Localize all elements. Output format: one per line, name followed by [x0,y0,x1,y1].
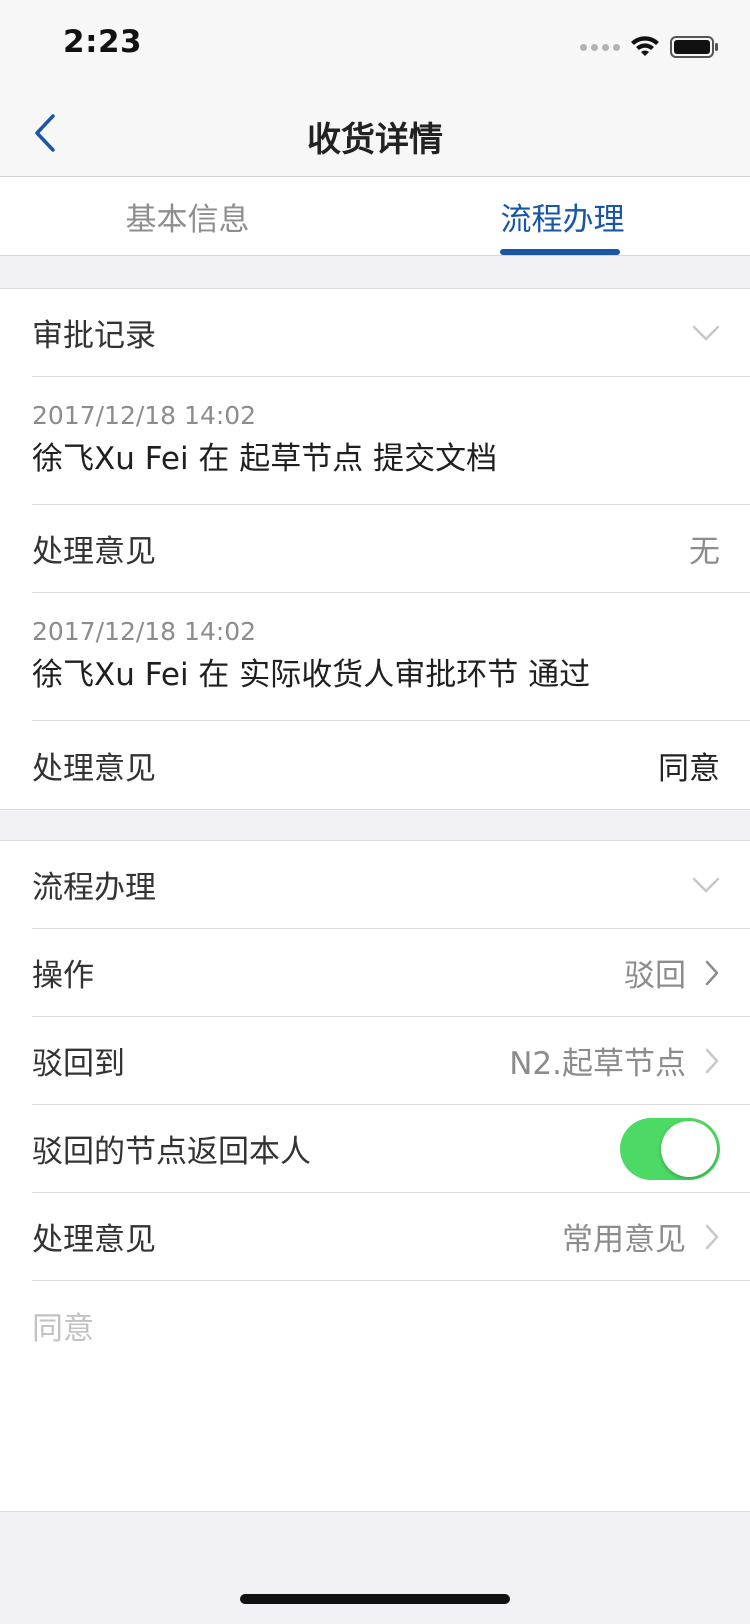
opinion-input-row [32,1281,750,1511]
record-time: 2017/12/18 14:02 [32,617,257,646]
signal-icon [580,43,620,51]
chevron-down-icon [692,877,720,892]
chevron-right-icon [705,960,719,985]
opinion-value: 同意 [658,750,720,787]
return-to-self-toggle[interactable] [620,1117,720,1180]
common-opinion-link: 常用意见 [562,1222,686,1258]
tab-process[interactable]: 流程办理 [375,177,750,255]
reject-to-row[interactable]: 驳回到 N2.起草节点 [32,1017,750,1105]
section-title: 审批记录 [32,318,156,354]
approval-records-header[interactable]: 审批记录 [32,289,750,377]
tab-basic-info[interactable]: 基本信息 [0,177,375,255]
status-bar: 2:23 [0,0,750,90]
chevron-right-icon [705,1048,719,1073]
reject-to-label: 驳回到 [32,1046,125,1082]
operation-row[interactable]: 操作 驳回 [32,929,750,1017]
navigation-bar: 收货详情 [0,90,750,177]
process-section: 流程办理 操作 驳回 驳回到 N2.起草节点 驳回的节点返回本人 处理意见 常用… [0,840,750,1512]
home-indicator [240,1594,510,1604]
status-icons [580,30,720,64]
opinion-row[interactable]: 处理意见 常用意见 [32,1193,750,1281]
operation-value: 驳回 [624,958,686,994]
record-opinion-row: 处理意见 同意 [32,721,750,809]
wifi-icon [631,36,659,56]
toggle-knob [661,1120,717,1177]
active-tab-indicator [500,249,620,255]
record-time: 2017/12/18 14:02 [32,401,257,430]
opinion-label: 处理意见 [32,1222,156,1258]
reject-to-value: N2.起草节点 [509,1046,686,1082]
chevron-down-icon [692,325,720,340]
operation-label: 操作 [32,958,94,994]
record-text: 徐飞Xu Fei 在 实际收货人审批环节 通过 [32,657,591,693]
status-time: 2:23 [63,24,143,60]
battery-icon [670,36,718,58]
opinion-label: 处理意见 [32,750,156,787]
return-to-self-label: 驳回的节点返回本人 [32,1134,311,1170]
record-text: 徐飞Xu Fei 在 起草节点 提交文档 [32,441,498,477]
approval-record: 2017/12/18 14:02 徐飞Xu Fei 在 起草节点 提交文档 [32,377,750,505]
section-title: 流程办理 [32,870,156,906]
opinion-label: 处理意见 [32,534,156,570]
return-to-self-row: 驳回的节点返回本人 [32,1105,750,1193]
tab-bar: 基本信息 流程办理 [0,177,750,256]
page-title: 收货详情 [307,120,443,160]
opinion-value: 无 [689,534,720,570]
chevron-right-icon [705,1224,719,1249]
approval-record: 2017/12/18 14:02 徐飞Xu Fei 在 实际收货人审批环节 通过 [32,593,750,721]
process-section-header[interactable]: 流程办理 [32,841,750,929]
approval-records-section: 审批记录 2017/12/18 14:02 徐飞Xu Fei 在 起草节点 提交… [0,288,750,810]
record-opinion-row: 处理意见 无 [32,505,750,593]
opinion-textarea[interactable] [32,1303,712,1483]
